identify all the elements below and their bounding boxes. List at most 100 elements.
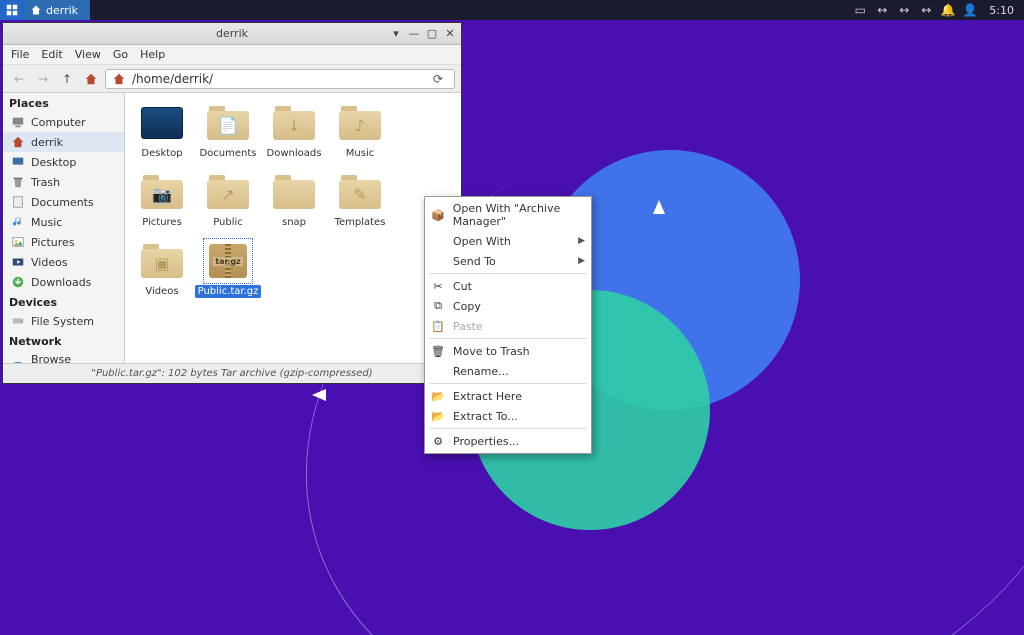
- sidebar-item-file-system[interactable]: File System: [3, 311, 124, 331]
- folder-icon: ♪: [339, 106, 381, 140]
- sidebar-item-label: Trash: [31, 176, 60, 189]
- trash-icon: 🗑: [431, 344, 445, 358]
- sidebar-item-browse-network[interactable]: Browse Network: [3, 350, 124, 363]
- folder-icon: ▣: [141, 244, 183, 278]
- nav-up-button[interactable]: ↑: [57, 69, 77, 89]
- menu-go[interactable]: Go: [113, 48, 128, 61]
- sidebar-item-downloads[interactable]: Downloads: [3, 272, 124, 292]
- file-view[interactable]: Desktop 📄 Documents↓Downloads ♪ Music 📷Pictur…: [125, 93, 461, 363]
- window-minimize-button[interactable]: —: [407, 27, 421, 41]
- sidebar-item-videos[interactable]: Videos: [3, 252, 124, 272]
- file-item[interactable]: ↓Downloads: [261, 103, 327, 160]
- menu-edit[interactable]: Edit: [41, 48, 62, 61]
- file-item[interactable]: ↗Public: [195, 172, 261, 229]
- file-label: Music: [343, 147, 377, 160]
- sidebar-section-network: Network: [3, 331, 124, 350]
- sidebar-item-trash[interactable]: Trash: [3, 172, 124, 192]
- path-text: /home/derrik/: [132, 72, 213, 86]
- nav-back-button[interactable]: ←: [9, 69, 29, 89]
- disk-icon: [11, 314, 25, 328]
- file-item[interactable]: 📷Pictures: [129, 172, 195, 229]
- folder-icon: 📄: [207, 106, 249, 140]
- context-menu-item[interactable]: Send To ▶: [425, 251, 591, 271]
- battery-icon[interactable]: ▭: [853, 3, 867, 17]
- resize-icon-2[interactable]: ↔: [897, 3, 911, 17]
- menu-help[interactable]: Help: [140, 48, 165, 61]
- reload-icon[interactable]: ⟳: [428, 72, 448, 86]
- context-menu-separator: [429, 273, 587, 274]
- window-titlebar[interactable]: derrik ▾ — ▢ ✕: [3, 23, 461, 45]
- system-tray: ▭ ↔ ↔ ↔ 🔔 👤 5:10: [847, 3, 1024, 17]
- start-menu-button[interactable]: [0, 0, 24, 20]
- sidebar-section-places: Places: [3, 93, 124, 112]
- file-item[interactable]: tar.gzPublic.tar.gz: [195, 241, 261, 298]
- file-item[interactable]: 📄 Documents: [195, 103, 261, 160]
- menu-file[interactable]: File: [11, 48, 29, 61]
- context-menu-item[interactable]: 🗑Move to Trash: [425, 341, 591, 361]
- context-menu-item: 📋Paste: [425, 316, 591, 336]
- sidebar-item-music[interactable]: Music: [3, 212, 124, 232]
- folder-icon: [273, 175, 315, 209]
- desktop-folder-icon: [141, 107, 183, 139]
- home-icon: [11, 135, 25, 149]
- notification-icon[interactable]: 🔔: [941, 3, 955, 17]
- context-menu-item[interactable]: Open With▶: [425, 231, 591, 251]
- sidebar-item-computer[interactable]: Computer: [3, 112, 124, 132]
- sidebar-item-desktop[interactable]: Desktop: [3, 152, 124, 172]
- folder-icon: ✎: [339, 175, 381, 209]
- path-bar[interactable]: /home/derrik/ ⟳: [105, 69, 455, 89]
- file-label: Public: [210, 216, 246, 229]
- file-label: Documents: [196, 147, 259, 160]
- video-icon: [11, 255, 25, 269]
- sidebar-item-label: Downloads: [31, 276, 91, 289]
- taskbar-window-label: derrik: [46, 4, 78, 17]
- blank-icon: [431, 364, 445, 378]
- context-menu-item[interactable]: ⚙Properties...: [425, 431, 591, 451]
- taskbar-window-button[interactable]: derrik: [24, 0, 90, 20]
- context-menu-item[interactable]: 📂 Extract Here: [425, 386, 591, 406]
- context-menu-label: Extract Here: [453, 390, 522, 403]
- sidebar-item-label: Desktop: [31, 156, 76, 169]
- clock[interactable]: 5:10: [985, 4, 1018, 17]
- window-close-button[interactable]: ✕: [443, 27, 457, 41]
- sidebar-item-documents[interactable]: Documents: [3, 192, 124, 212]
- context-menu-separator: [429, 338, 587, 339]
- sidebar-item-label: Videos: [31, 256, 68, 269]
- sidebar: Places Computer derrik Desktop Trash Documen…: [3, 93, 125, 363]
- context-menu-item[interactable]: Rename...: [425, 361, 591, 381]
- window-maximize-button[interactable]: ▢: [425, 27, 439, 41]
- context-menu-item[interactable]: ⧉Copy: [425, 296, 591, 316]
- file-item[interactable]: snap: [261, 172, 327, 229]
- context-menu-item[interactable]: ✂Cut: [425, 276, 591, 296]
- user-icon[interactable]: 👤: [963, 3, 977, 17]
- copy-icon: ⧉: [431, 299, 445, 313]
- sidebar-item-derrik[interactable]: derrik: [3, 132, 124, 152]
- window-menu-button[interactable]: ▾: [389, 27, 403, 41]
- file-label: Videos: [142, 285, 181, 298]
- sidebar-item-label: Computer: [31, 116, 86, 129]
- folder-icon: ↓: [273, 106, 315, 140]
- context-menu-label: Open With "Archive Manager": [453, 202, 583, 228]
- context-menu-item[interactable]: 📦Open With "Archive Manager": [425, 199, 591, 231]
- resize-icon-1[interactable]: ↔: [875, 3, 889, 17]
- extract-icon: 📂: [431, 389, 445, 403]
- menu-view[interactable]: View: [75, 48, 101, 61]
- doc-icon: [11, 195, 25, 209]
- file-item[interactable]: ♪ Music: [327, 103, 393, 160]
- music-icon: [11, 215, 25, 229]
- resize-icon-3[interactable]: ↔: [919, 3, 933, 17]
- nav-forward-button[interactable]: →: [33, 69, 53, 89]
- context-menu-label: Send To: [453, 255, 496, 268]
- blank-icon: [431, 254, 445, 268]
- sidebar-item-pictures[interactable]: Pictures: [3, 232, 124, 252]
- nav-home-button[interactable]: [81, 69, 101, 89]
- file-item[interactable]: ▣ Videos: [129, 241, 195, 298]
- file-label: Templates: [332, 216, 389, 229]
- submenu-arrow-icon: ▶: [578, 256, 585, 266]
- context-menu-item[interactable]: 📂Extract To...: [425, 406, 591, 426]
- file-item[interactable]: Desktop: [129, 103, 195, 160]
- context-menu-label: Paste: [453, 320, 483, 333]
- context-menu-label: Cut: [453, 280, 472, 293]
- sidebar-item-label: Pictures: [31, 236, 75, 249]
- file-item[interactable]: ✎ Templates: [327, 172, 393, 229]
